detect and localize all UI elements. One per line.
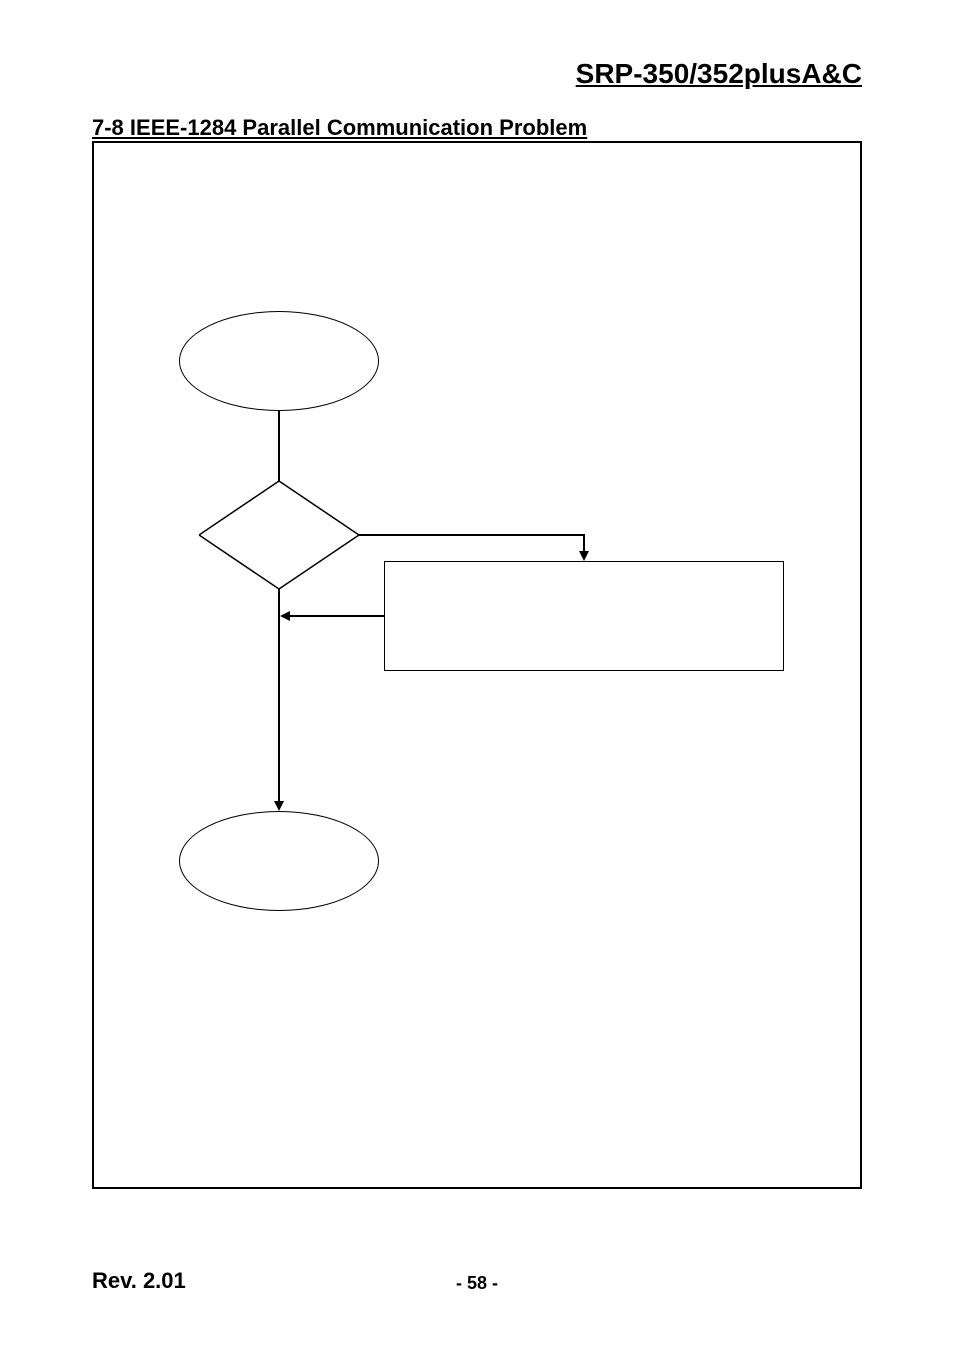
- connector-line: [278, 411, 280, 481]
- flowchart-decision: [199, 481, 359, 589]
- flowchart-frame: [92, 141, 862, 1189]
- arrow-left-icon: [280, 611, 290, 621]
- flowchart: [94, 143, 860, 1187]
- connector-line: [288, 615, 384, 617]
- connector-line: [359, 534, 584, 536]
- page-title: SRP-350/352plusA&C: [576, 58, 862, 90]
- arrow-down-icon: [579, 551, 589, 561]
- section-title: 7-8 IEEE-1284 Parallel Communication Pro…: [92, 115, 587, 141]
- connector-line: [278, 589, 280, 803]
- flowchart-end-terminator: [179, 811, 379, 911]
- footer-page-number: - 58 -: [0, 1273, 954, 1294]
- flowchart-process: [384, 561, 784, 671]
- flowchart-start-terminator: [179, 311, 379, 411]
- arrow-down-icon: [274, 801, 284, 811]
- diamond-icon: [199, 481, 359, 589]
